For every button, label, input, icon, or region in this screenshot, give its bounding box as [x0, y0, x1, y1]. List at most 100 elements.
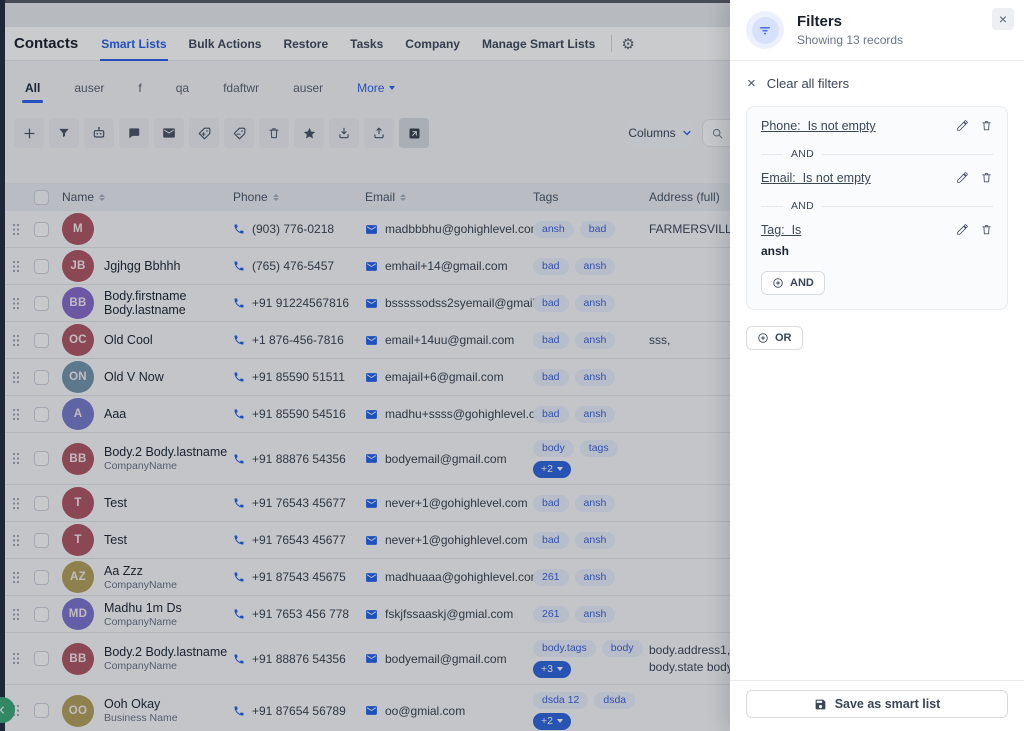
- name-cell[interactable]: BB Body.firstname Body.lastname: [55, 287, 233, 319]
- tab-company[interactable]: Company: [394, 27, 471, 61]
- row-checkbox[interactable]: [34, 703, 49, 718]
- tab-restore[interactable]: Restore: [272, 27, 339, 61]
- tag-pill[interactable]: ansh: [575, 258, 616, 275]
- row-drag-handle[interactable]: [5, 534, 27, 547]
- column-header-phone[interactable]: Phone: [233, 190, 365, 204]
- row-drag-handle[interactable]: [5, 497, 27, 510]
- row-drag-handle[interactable]: [5, 608, 27, 621]
- row-drag-handle[interactable]: [5, 223, 27, 236]
- row-drag-handle[interactable]: [5, 334, 27, 347]
- delete-button[interactable]: [259, 118, 289, 148]
- name-cell[interactable]: ON Old V Now: [55, 361, 233, 393]
- sort-icon[interactable]: [273, 194, 279, 201]
- name-cell[interactable]: BB Body.2 Body.lastnameCompanyName: [55, 643, 233, 675]
- edit-filter-button[interactable]: [956, 119, 969, 132]
- delete-filter-button[interactable]: [980, 119, 993, 132]
- tag-pill[interactable]: tags: [580, 440, 618, 457]
- smart-list-tab-qa[interactable]: qa: [159, 72, 206, 103]
- tag-pill[interactable]: ansh: [575, 369, 616, 386]
- row-checkbox[interactable]: [34, 333, 49, 348]
- export-button[interactable]: [364, 118, 394, 148]
- row-checkbox[interactable]: [34, 407, 49, 422]
- phone-cell[interactable]: +91 76543 45677: [233, 496, 365, 510]
- save-as-smart-list-button[interactable]: Save as smart list: [746, 690, 1008, 718]
- tab-manage-smart-lists[interactable]: Manage Smart Lists: [471, 27, 606, 61]
- tag-pill[interactable]: ansh: [575, 532, 616, 549]
- edit-filter-button[interactable]: [956, 171, 969, 184]
- name-cell[interactable]: M: [55, 213, 233, 245]
- tag-pill[interactable]: bad: [533, 369, 569, 386]
- tag-pill[interactable]: bad: [533, 406, 569, 423]
- tag-pill[interactable]: ansh: [575, 569, 616, 586]
- name-cell[interactable]: BB Body.2 Body.lastnameCompanyName: [55, 443, 233, 475]
- row-checkbox[interactable]: [34, 607, 49, 622]
- email-cell[interactable]: oo@gmial.com: [365, 704, 533, 718]
- phone-cell[interactable]: +91 91224567816: [233, 296, 365, 310]
- table-row[interactable]: BB Body.2 Body.lastnameCompanyName +91 8…: [5, 633, 730, 685]
- tag-pill[interactable]: ansh: [575, 606, 616, 623]
- row-drag-handle[interactable]: [5, 652, 27, 665]
- email-cell[interactable]: madhuaaa@gohighlevel.com: [365, 570, 533, 584]
- tag-pill[interactable]: body: [533, 440, 574, 457]
- table-row[interactable]: M (903) 776-0218 madbbbhu@gohighlevel.co…: [5, 211, 730, 248]
- delete-filter-button[interactable]: [980, 223, 993, 236]
- tag-pill[interactable]: bad: [533, 532, 569, 549]
- more-tags-pill[interactable]: +2: [533, 461, 571, 478]
- phone-cell[interactable]: +91 88876 54356: [233, 452, 365, 466]
- row-drag-handle[interactable]: [5, 297, 27, 310]
- phone-cell[interactable]: +91 76543 45677: [233, 533, 365, 547]
- tag-pill[interactable]: body: [602, 640, 643, 657]
- row-checkbox[interactable]: [34, 296, 49, 311]
- email-cell[interactable]: email+14uu@gmail.com: [365, 333, 533, 347]
- add-tag-button[interactable]: [189, 118, 219, 148]
- smart-list-tab-auser[interactable]: auser: [276, 72, 340, 103]
- email-cell[interactable]: emajail+6@gmail.com: [365, 370, 533, 384]
- favorite-button[interactable]: [294, 118, 324, 148]
- email-cell[interactable]: never+1@gohighlevel.com: [365, 496, 533, 510]
- tag-pill[interactable]: bad: [580, 221, 616, 238]
- tag-pill[interactable]: bad: [533, 258, 569, 275]
- name-cell[interactable]: OO Ooh OkayBusiness Name: [55, 695, 233, 727]
- tab-bulk-actions[interactable]: Bulk Actions: [178, 27, 273, 61]
- tag-pill[interactable]: bad: [533, 295, 569, 312]
- table-row[interactable]: JB Jgjhgg Bbhhh (765) 476-5457 emhail+14…: [5, 248, 730, 285]
- tab-smart-lists[interactable]: Smart Lists: [90, 27, 177, 61]
- contact-search-input[interactable]: [702, 119, 730, 147]
- phone-cell[interactable]: +91 7653 456 778: [233, 607, 365, 621]
- add-and-condition-button[interactable]: AND: [761, 271, 825, 295]
- sort-icon[interactable]: [99, 194, 105, 201]
- tag-pill[interactable]: dsda 12: [533, 692, 588, 709]
- more-tags-pill[interactable]: +2: [533, 713, 571, 730]
- add-contact-button[interactable]: [14, 118, 44, 148]
- tag-pill[interactable]: ansh: [533, 221, 574, 238]
- table-row[interactable]: AZ Aa ZzzCompanyName +91 87543 45675 mad…: [5, 559, 730, 596]
- row-drag-handle[interactable]: [5, 371, 27, 384]
- tag-pill[interactable]: 261: [533, 606, 569, 623]
- filter-button[interactable]: [49, 118, 79, 148]
- email-cell[interactable]: never+1@gohighlevel.com: [365, 533, 533, 547]
- column-header-email[interactable]: Email: [365, 190, 533, 204]
- row-checkbox[interactable]: [34, 370, 49, 385]
- remove-tag-button[interactable]: [224, 118, 254, 148]
- email-cell[interactable]: bsssssodss2syemail@gmail.com: [365, 296, 533, 310]
- phone-cell[interactable]: +91 85590 54516: [233, 407, 365, 421]
- table-row[interactable]: BB Body.firstname Body.lastname +91 9122…: [5, 285, 730, 322]
- name-cell[interactable]: T Test: [55, 487, 233, 519]
- select-all-checkbox[interactable]: [34, 190, 49, 205]
- row-drag-handle[interactable]: [5, 260, 27, 273]
- edit-filter-button[interactable]: [956, 223, 969, 236]
- clear-all-filters-button[interactable]: × Clear all filters: [730, 61, 1024, 105]
- phone-cell[interactable]: +91 87654 56789: [233, 704, 365, 718]
- tag-pill[interactable]: ansh: [575, 295, 616, 312]
- email-cell[interactable]: bodyemail@gmail.com: [365, 452, 533, 466]
- merge-button[interactable]: [399, 118, 429, 148]
- smart-list-tab-auser[interactable]: auser: [57, 72, 121, 103]
- phone-cell[interactable]: (765) 476-5457: [233, 259, 365, 273]
- tag-pill[interactable]: ansh: [575, 406, 616, 423]
- row-checkbox[interactable]: [34, 496, 49, 511]
- phone-cell[interactable]: +91 88876 54356: [233, 652, 365, 666]
- row-checkbox[interactable]: [34, 570, 49, 585]
- name-cell[interactable]: MD Madhu 1m DsCompanyName: [55, 598, 233, 630]
- settings-gear-icon[interactable]: ⚙: [621, 35, 634, 53]
- table-row[interactable]: BB Body.2 Body.lastnameCompanyName +91 8…: [5, 433, 730, 485]
